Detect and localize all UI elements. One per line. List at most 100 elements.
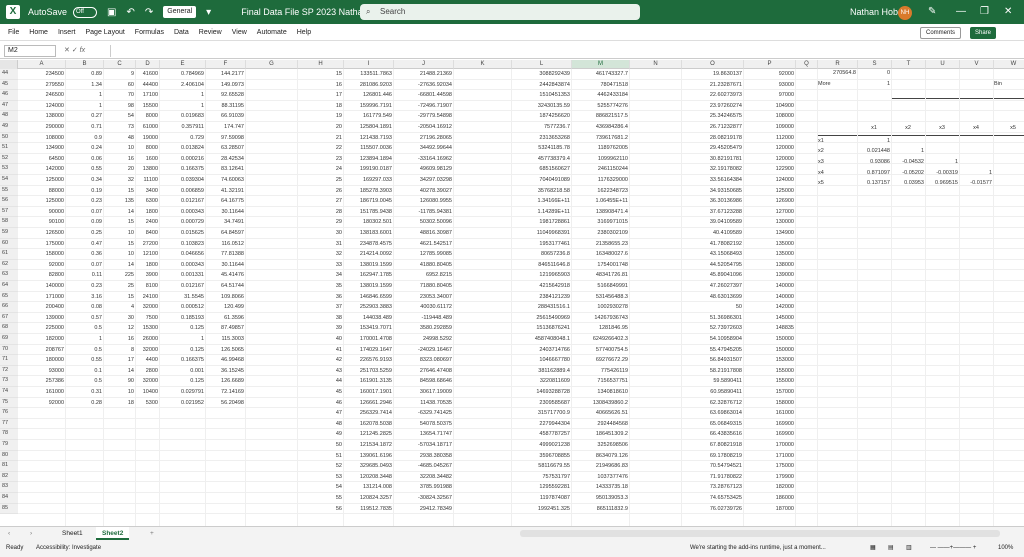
cell-l70[interactable]: 2403714766 xyxy=(512,345,572,356)
cell-b67[interactable]: 0.57 xyxy=(66,313,104,324)
cell-m51[interactable]: 1189762005 xyxy=(572,143,630,154)
cell-i73[interactable]: 161901.3135 xyxy=(344,376,394,387)
cell-o46[interactable]: 22.60273973 xyxy=(682,90,744,101)
cell-i81[interactable]: 329685.0493 xyxy=(344,461,394,472)
cell-e77[interactable] xyxy=(160,419,206,430)
cell-b82[interactable] xyxy=(66,472,104,483)
column-header-g[interactable]: G xyxy=(246,60,298,69)
cell-m74[interactable]: 1340818610 xyxy=(572,387,630,398)
cell-m50[interactable]: 739617681.2 xyxy=(572,133,630,144)
cell-l62[interactable]: 846511646.8 xyxy=(512,260,572,271)
cell-o54[interactable]: 33.56164384 xyxy=(682,175,744,186)
cell-h49[interactable]: 20 xyxy=(298,122,344,133)
cell-o44[interactable]: 19.8630137 xyxy=(682,69,744,80)
cell-k76[interactable] xyxy=(454,408,512,419)
cell-f79[interactable] xyxy=(206,440,246,451)
cell-i56[interactable]: 186719.0045 xyxy=(344,196,394,207)
column-header-l[interactable]: L xyxy=(512,60,572,69)
cell-j58[interactable]: 50302.50096 xyxy=(394,217,454,228)
cell-g53[interactable] xyxy=(246,164,298,175)
cell-g45[interactable] xyxy=(246,80,298,91)
cell-n44[interactable] xyxy=(630,69,682,80)
cell-m55[interactable]: 1622348723 xyxy=(572,186,630,197)
row-header[interactable]: 72 xyxy=(0,365,18,377)
cell-f67[interactable]: 61.3596 xyxy=(206,313,246,324)
cell-e62[interactable]: 0.000343 xyxy=(160,260,206,271)
zoom-level[interactable]: 100% xyxy=(998,540,1013,557)
cell-k52[interactable] xyxy=(454,154,512,165)
cell-a72[interactable]: 93000 xyxy=(18,366,66,377)
cell-a68[interactable]: 225000 xyxy=(18,323,66,334)
column-header-n[interactable]: N xyxy=(630,60,682,69)
cell-m62[interactable]: 1754001748 xyxy=(572,260,630,271)
cell-e52[interactable]: 0.000216 xyxy=(160,154,206,165)
cell-n60[interactable] xyxy=(630,239,682,250)
cell-c81[interactable] xyxy=(104,461,136,472)
cell-g48[interactable] xyxy=(246,111,298,122)
correlation-header[interactable]: x5 xyxy=(994,124,1024,133)
cell-n78[interactable] xyxy=(630,429,682,440)
cell-m68[interactable]: 1281846.95 xyxy=(572,323,630,334)
cell-j74[interactable]: 30617.19009 xyxy=(394,387,454,398)
cell-a49[interactable]: 290000 xyxy=(18,122,66,133)
menu-help[interactable]: Help xyxy=(297,29,311,36)
cell-p59[interactable]: 134900 xyxy=(744,228,796,239)
cell-k79[interactable] xyxy=(454,440,512,451)
cell-o52[interactable]: 30.82191781 xyxy=(682,154,744,165)
cell-l75[interactable]: 2309585687 xyxy=(512,398,572,409)
cell-f45[interactable]: 149.0973 xyxy=(206,80,246,91)
cell-c56[interactable]: 135 xyxy=(104,196,136,207)
cell-l59[interactable]: 11049968391 xyxy=(512,228,572,239)
cell-a75[interactable]: 92000 xyxy=(18,398,66,409)
cell-n67[interactable] xyxy=(630,313,682,324)
cell-f63[interactable]: 45.41476 xyxy=(206,270,246,281)
cell-a81[interactable] xyxy=(18,461,66,472)
cell-c77[interactable] xyxy=(104,419,136,430)
number-format-dropdown[interactable]: General xyxy=(163,6,197,18)
cell-n74[interactable] xyxy=(630,387,682,398)
cell-a47[interactable]: 124000 xyxy=(18,101,66,112)
cell-o45[interactable]: 21.23287671 xyxy=(682,80,744,91)
cell-h47[interactable]: 18 xyxy=(298,101,344,112)
cell-g58[interactable] xyxy=(246,217,298,228)
column-header-q[interactable]: Q xyxy=(796,60,818,69)
cell-g44[interactable] xyxy=(246,69,298,80)
cell-h44[interactable]: 15 xyxy=(298,69,344,80)
cell-d82[interactable] xyxy=(136,472,160,483)
cell-o50[interactable]: 28.08219178 xyxy=(682,133,744,144)
cell-m64[interactable]: 5166849991 xyxy=(572,281,630,292)
cell-l72[interactable]: 381162889.4 xyxy=(512,366,572,377)
cell-f81[interactable] xyxy=(206,461,246,472)
cell-f74[interactable]: 72.14169 xyxy=(206,387,246,398)
row-header[interactable]: 51 xyxy=(0,143,18,154)
cell-g56[interactable] xyxy=(246,196,298,207)
cell-h82[interactable]: 53 xyxy=(298,472,344,483)
cell-m75[interactable]: 1308439860.2 xyxy=(572,398,630,409)
cell-a54[interactable]: 125000 xyxy=(18,175,66,186)
row-header[interactable]: 60 xyxy=(0,238,18,250)
cell-p53[interactable]: 122900 xyxy=(744,164,796,175)
cell-k54[interactable] xyxy=(454,175,512,186)
cell-g80[interactable] xyxy=(246,451,298,462)
cell-g70[interactable] xyxy=(246,345,298,356)
cell-e73[interactable]: 0.125 xyxy=(160,376,206,387)
cell-a46[interactable]: 246500 xyxy=(18,90,66,101)
cell-b68[interactable]: 0.5 xyxy=(66,323,104,334)
cell-h76[interactable]: 47 xyxy=(298,408,344,419)
cell-k44[interactable] xyxy=(454,69,512,80)
cell-p52[interactable]: 120000 xyxy=(744,154,796,165)
share-button[interactable]: Share xyxy=(970,27,997,39)
cell-i72[interactable]: 251703.5259 xyxy=(344,366,394,377)
cell-j75[interactable]: 11438.70535 xyxy=(394,398,454,409)
cell-a70[interactable]: 208767 xyxy=(18,345,66,356)
cell-b55[interactable]: 0.19 xyxy=(66,186,104,197)
cell-f84[interactable] xyxy=(206,493,246,504)
cell-i48[interactable]: 161779.549 xyxy=(344,111,394,122)
cell-j73[interactable]: 84598.68646 xyxy=(394,376,454,387)
cell-l44[interactable]: 3088292439 xyxy=(512,69,572,80)
cell-p45[interactable]: 93000 xyxy=(744,80,796,91)
cell-m77[interactable]: 2924484568 xyxy=(572,419,630,430)
cell-k65[interactable] xyxy=(454,292,512,303)
correlation-value[interactable]: 1 xyxy=(960,169,994,178)
correlation-header[interactable]: x1 xyxy=(858,124,892,133)
